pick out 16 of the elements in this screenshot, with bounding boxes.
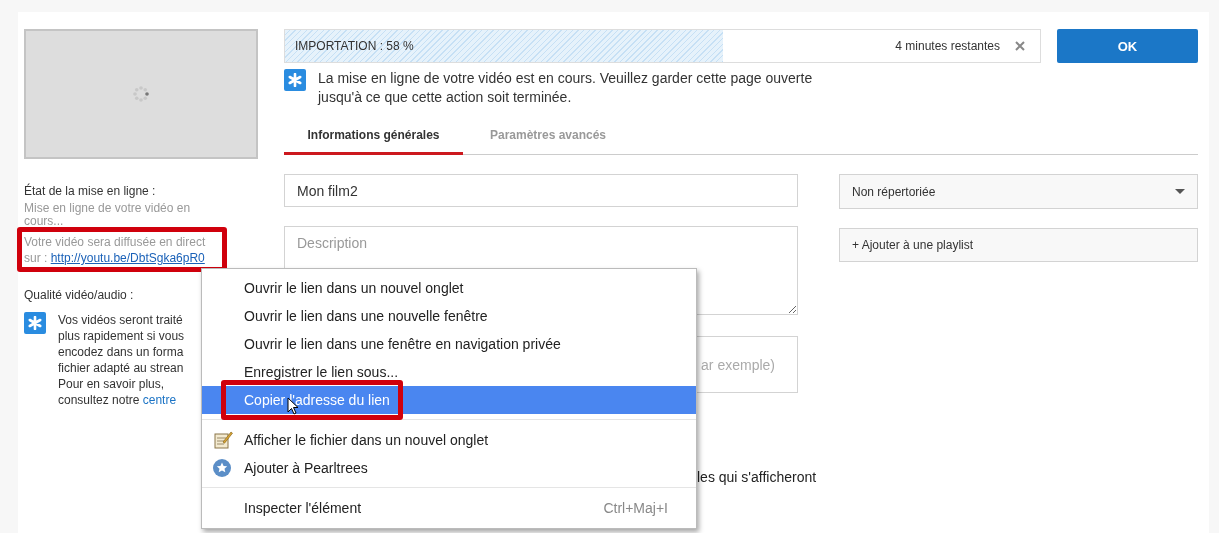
progress-label: IMPORTATION : 58 % — [295, 39, 414, 53]
info-text: fichier adapté au strean — [58, 360, 184, 376]
hint-text: les qui s'afficheront — [697, 469, 817, 485]
live-text: Votre vidéo sera diffusée en direct — [24, 234, 206, 250]
status-heading: État de la mise en ligne : — [24, 184, 157, 198]
info-text: plus rapidement si vous — [58, 328, 185, 344]
upload-notice: La mise en ligne de votre vidéo est en cours. Veuillez garder cette page ouverte jusqu'à ce que cette action soit terminée. — [318, 69, 814, 107]
status-text: Mise en ligne de votre vidéo en cours... — [24, 202, 192, 228]
link-prefix: sur : — [24, 251, 49, 265]
time-remaining: 4 minutes restantes — [895, 39, 1000, 53]
info-text: consultez notre — [58, 393, 141, 407]
info-text: encodez dans un forma — [58, 344, 184, 360]
info-text: Pour en savoir plus, — [58, 376, 165, 392]
info-text: Vos vidéos seront traité — [58, 312, 183, 328]
quality-heading: Qualité vidéo/audio : — [24, 288, 135, 302]
shortcut-text: Ctrl+Maj+I — [603, 500, 668, 516]
